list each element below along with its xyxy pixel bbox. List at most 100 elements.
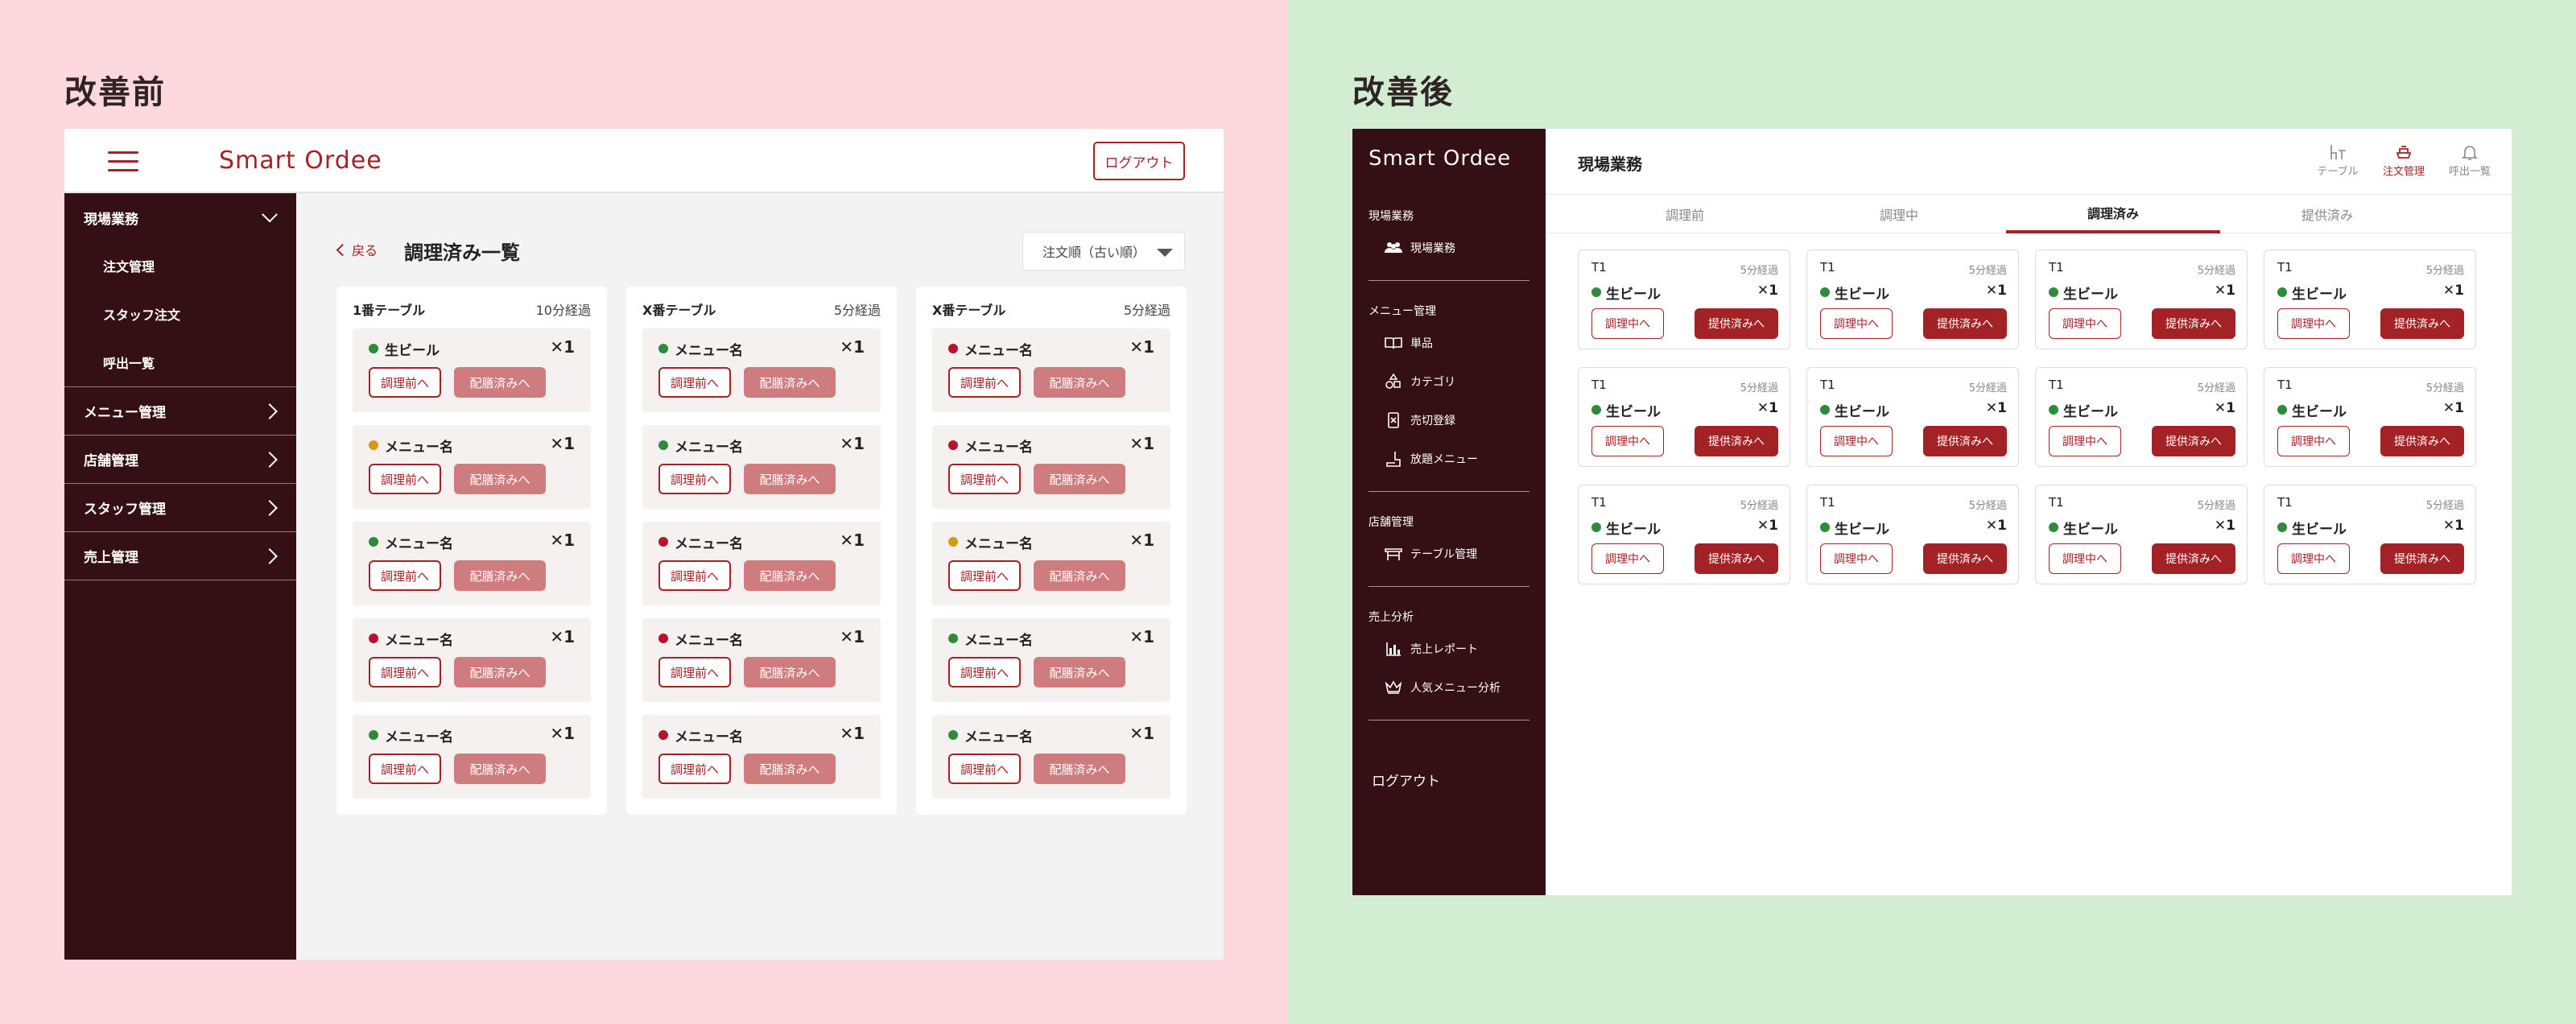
to-served-button[interactable]: 配膳済みへ [744,367,836,398]
sort-select[interactable]: 注文順（古い順） [1022,232,1185,270]
to-cooking-button[interactable]: 調理中へ [2277,543,2350,574]
sidebar-group-field-work[interactable]: 現場業務 [64,193,296,242]
sidebar-group-label: 現場業務 [84,211,138,228]
to-before-cooking-button[interactable]: 調理前へ [369,754,441,784]
to-before-cooking-button[interactable]: 調理前へ [948,367,1021,398]
tab-served[interactable]: 提供済み [2220,195,2434,233]
to-before-cooking-button[interactable]: 調理前へ [369,657,441,687]
to-before-cooking-button[interactable]: 調理前へ [369,464,441,494]
to-served-button[interactable]: 提供済みへ [1923,308,2007,339]
to-served-button[interactable]: 配膳済みへ [454,464,546,494]
elapsed-time: 5分経過 [1740,500,1778,512]
sidebar-item-sales-report[interactable]: 売上レポート [1385,641,1478,657]
to-cooking-button[interactable]: 調理中へ [1820,308,1893,339]
to-served-button[interactable]: 提供済みへ [2152,426,2235,456]
to-cooking-button[interactable]: 調理中へ [1820,543,1893,574]
item-name: メニュー名 [675,729,743,745]
to-cooking-button[interactable]: 調理中へ [2277,308,2350,339]
item-quantity: ✕1 [840,627,865,646]
to-served-button[interactable]: 提供済みへ [1923,543,2007,574]
to-served-button[interactable]: 提供済みへ [1695,308,1778,339]
to-before-cooking-button[interactable]: 調理前へ [948,754,1021,784]
sidebar-group-label: 店舗管理 [1368,516,1414,529]
to-served-button[interactable]: 提供済みへ [1695,543,1778,574]
to-served-button[interactable]: 配膳済みへ [454,367,546,398]
to-cooking-button[interactable]: 調理中へ [2277,426,2350,456]
to-served-button[interactable]: 配膳済みへ [1034,367,1125,398]
to-before-cooking-button[interactable]: 調理前へ [658,367,731,398]
item-name: 生ビール [2063,522,2118,538]
to-served-button[interactable]: 配膳済みへ [1034,754,1125,784]
to-served-button[interactable]: 配膳済みへ [1034,464,1125,494]
logout-button[interactable]: ログアウト [1372,770,1440,790]
to-served-button[interactable]: 提供済みへ [1695,426,1778,456]
logout-button[interactable]: ログアウト [1093,142,1185,180]
sidebar-subitem[interactable]: スタッフ注文 [64,290,296,338]
header-tab-orders[interactable]: 注文管理 [2375,143,2433,178]
to-before-cooking-button[interactable]: 調理前へ [658,560,731,591]
sidebar-item-field-work[interactable]: 現場業務 [1385,240,1455,256]
to-before-cooking-button[interactable]: 調理前へ [948,464,1021,494]
to-served-button[interactable]: 配膳済みへ [744,657,836,687]
sidebar-item[interactable]: スタッフ管理 [64,484,296,532]
sidebar-item-sold-out[interactable]: 売切登録 [1385,412,1455,428]
to-before-cooking-button[interactable]: 調理前へ [658,754,731,784]
sidebar-item[interactable]: 売上管理 [64,532,296,580]
tab-cooked[interactable]: 調理済み [2006,195,2220,233]
to-served-button[interactable]: 提供済みへ [2380,426,2464,456]
sidebar-item-single[interactable]: 単品 [1385,335,1433,351]
to-before-cooking-button[interactable]: 調理前へ [948,657,1021,687]
to-served-button[interactable]: 配膳済みへ [744,464,836,494]
page-title: 調理済み一覧 [404,242,520,264]
after-panel: 改善後 Smart Ordee 現場業務 現場業務 メニュー管理 単品 カテゴリ… [1288,0,2576,1024]
to-served-button[interactable]: 提供済みへ [2380,308,2464,339]
to-cooking-button[interactable]: 調理中へ [2049,543,2121,574]
sidebar-subitem[interactable]: 注文管理 [64,242,296,290]
to-before-cooking-button[interactable]: 調理前へ [369,560,441,591]
to-served-button[interactable]: 配膳済みへ [1034,657,1125,687]
header-tab-calls[interactable]: 呼出一覧 [2441,143,2499,178]
to-served-button[interactable]: 配膳済みへ [454,754,546,784]
sidebar-item[interactable]: 店舗管理 [64,436,296,484]
sidebar-item-label: 売上管理 [84,550,138,566]
sidebar-item[interactable]: メニュー管理 [64,387,296,436]
to-cooking-button[interactable]: 調理中へ [1820,426,1893,456]
back-link[interactable]: 戻る [336,240,378,259]
order-item: 生ビール ✕1 調理前へ 配膳済みへ [353,328,591,412]
to-served-button[interactable]: 提供済みへ [2152,543,2235,574]
sidebar-item-popular-menu[interactable]: 人気メニュー分析 [1385,679,1501,696]
to-cooking-button[interactable]: 調理中へ [1591,426,1664,456]
to-served-button[interactable]: 配膳済みへ [1034,560,1125,591]
to-before-cooking-button[interactable]: 調理前へ [948,560,1021,591]
item-name: メニュー名 [385,536,453,552]
sidebar-item-table-management[interactable]: テーブル管理 [1385,546,1477,562]
order-item: メニュー名 ✕1 調理前へ 配膳済みへ [642,328,881,412]
hamburger-menu-icon[interactable] [108,151,138,172]
page-title: 現場業務 [1578,155,1642,174]
to-cooking-button[interactable]: 調理中へ [1591,308,1664,339]
to-before-cooking-button[interactable]: 調理前へ [658,464,731,494]
to-cooking-button[interactable]: 調理中へ [1591,543,1664,574]
status-dot-icon [1591,405,1601,415]
to-cooking-button[interactable]: 調理中へ [2049,426,2121,456]
to-before-cooking-button[interactable]: 調理前へ [369,367,441,398]
header-tab-table[interactable]: テーブル [2309,143,2367,178]
sidebar-subitem[interactable]: 呼出一覧 [64,338,296,386]
tab-before-cooking[interactable]: 調理前 [1578,195,1792,233]
tab-cooking[interactable]: 調理中 [1792,195,2006,233]
to-cooking-button[interactable]: 調理中へ [2049,308,2121,339]
to-before-cooking-button[interactable]: 調理前へ [658,657,731,687]
to-served-button[interactable]: 提供済みへ [2380,543,2464,574]
sidebar-item-all-you-can[interactable]: 放題メニュー [1385,451,1478,467]
sidebar-item-category[interactable]: カテゴリ [1385,374,1455,390]
elapsed-time: 5分経過 [2425,500,2464,512]
item-name: メニュー名 [964,536,1033,552]
to-served-button[interactable]: 配膳済みへ [454,657,546,687]
to-served-button[interactable]: 配膳済みへ [454,560,546,591]
to-served-button[interactable]: 配膳済みへ [744,560,836,591]
item-name: 生ビール [385,343,440,359]
to-served-button[interactable]: 提供済みへ [1923,426,2007,456]
order-item: メニュー名 ✕1 調理前へ 配膳済みへ [353,425,591,509]
to-served-button[interactable]: 提供済みへ [2152,308,2235,339]
to-served-button[interactable]: 配膳済みへ [744,754,836,784]
